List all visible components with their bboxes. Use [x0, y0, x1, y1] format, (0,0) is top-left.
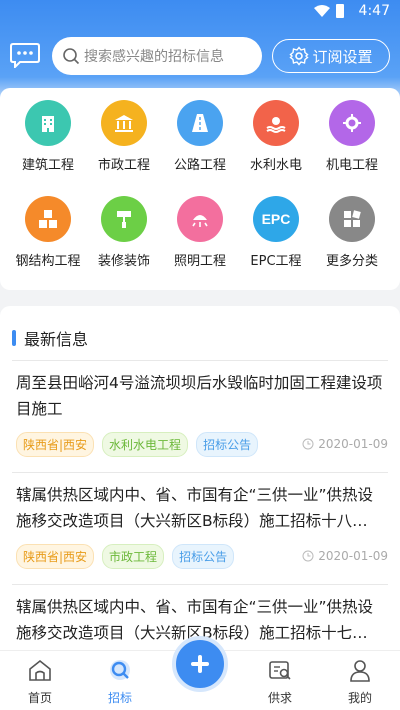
status-bar: 4:47: [0, 0, 400, 24]
category-label: EPC工程: [250, 254, 302, 269]
category-label: 更多分类: [325, 254, 378, 269]
search-icon: [63, 48, 80, 65]
category-label: 照明工程: [173, 254, 226, 269]
subscribe-label: 订阅设置: [312, 47, 373, 66]
news-title: 辖属供热区域内中、省、市国有企“三供一业”供热设施移交改造项目（大兴新区B标段）…: [16, 486, 374, 530]
nav-home[interactable]: 首页: [10, 657, 70, 706]
type-tag: 招标公告: [172, 543, 235, 569]
nav-mine[interactable]: 我的: [330, 657, 390, 706]
news-title: 周至县田峪河4号溢流坝坝后水毁临时加固工程建设项目施工: [16, 374, 383, 418]
nav-demand-label: 供求: [267, 691, 292, 705]
hydro-icon: [253, 100, 299, 146]
category-lighting[interactable]: 照明工程: [160, 196, 240, 269]
government-icon: [101, 100, 147, 146]
gear-icon: [289, 46, 310, 66]
paint-roller-icon: [101, 196, 147, 242]
news-date: 2020-01-09: [302, 437, 388, 451]
epc-icon: EPC: [253, 196, 299, 242]
category-electromechanical[interactable]: 机电工程: [312, 100, 392, 173]
news-item[interactable]: 周至县田峪河4号溢流坝坝后水毁临时加固工程建设项目施工 陕西省|西安 水利水电工…: [16, 370, 388, 457]
gear-icon: [329, 100, 375, 146]
grid-icon: [329, 196, 375, 242]
clock-icon: [302, 438, 314, 450]
building-icon: [25, 100, 71, 146]
category-label: 建筑工程: [21, 158, 74, 173]
category-road[interactable]: 公路工程: [160, 100, 240, 173]
location-tag: 陕西省|西安: [16, 431, 95, 457]
category-label: 公路工程: [173, 158, 226, 173]
news-date-text: 2020-01-09: [318, 437, 388, 451]
search-input[interactable]: 搜索感兴趣的招标信息: [52, 37, 262, 75]
category-label: 装修装饰: [97, 254, 150, 269]
divider: [12, 472, 388, 473]
category-steel[interactable]: 钢结构工程: [8, 196, 88, 269]
news-heading: 最新信息: [12, 328, 89, 349]
category-municipal[interactable]: 市政工程: [84, 100, 164, 173]
nav-home-label: 首页: [27, 691, 52, 705]
lamp-icon: [177, 196, 223, 242]
clock-icon: [302, 550, 314, 562]
status-time: 4:47: [358, 3, 390, 19]
nav-bidding-label: 招标: [107, 691, 132, 705]
category-tag: 市政工程: [102, 543, 165, 569]
category-decoration[interactable]: 装修装饰: [84, 196, 164, 269]
heading-accent-bar: [12, 330, 16, 346]
news-date-text: 2020-01-09: [318, 549, 388, 563]
user-icon: [350, 660, 370, 682]
category-more[interactable]: 更多分类: [312, 196, 392, 269]
search-placeholder: 搜索感兴趣的招标信息: [84, 49, 224, 65]
home-icon: [29, 659, 51, 681]
nav-demand[interactable]: 供求: [250, 657, 310, 706]
divider: [12, 584, 388, 585]
bidding-search-icon: [110, 660, 130, 680]
message-icon[interactable]: [10, 42, 40, 68]
type-tag: 招标公告: [196, 431, 259, 457]
plus-icon: [191, 655, 209, 673]
wifi-icon: [314, 5, 330, 17]
category-label: 市政工程: [97, 158, 150, 173]
news-tags: 陕西省|西安 水利水电工程 招标公告 2020-01-09: [16, 431, 388, 457]
category-grid: 建筑工程 市政工程 公路工程 水利水电 机电工程 钢结构工程 装修装饰 照明工程…: [0, 88, 400, 290]
battery-icon: [336, 4, 344, 18]
divider: [12, 360, 388, 361]
category-tag: 水利水电工程: [102, 431, 189, 457]
nav-mine-label: 我的: [347, 691, 372, 705]
category-label: 机电工程: [325, 158, 378, 173]
news-date: 2020-01-09: [302, 549, 388, 563]
category-label: 钢结构工程: [15, 254, 81, 269]
cubes-icon: [25, 196, 71, 242]
category-epc[interactable]: EPC EPC工程: [236, 196, 316, 269]
add-button[interactable]: [172, 636, 228, 692]
category-building[interactable]: 建筑工程: [8, 100, 88, 173]
road-icon: [177, 100, 223, 146]
subscribe-settings-button[interactable]: 订阅设置: [272, 39, 390, 73]
latest-news-section: 最新信息 周至县田峪河4号溢流坝坝后水毁临时加固工程建设项目施工 陕西省|西安 …: [0, 306, 400, 650]
news-heading-text: 最新信息: [24, 330, 89, 349]
news-item[interactable]: 辖属供热区域内中、省、市国有企“三供一业”供热设施移交改造项目（大兴新区B标段）…: [16, 482, 388, 569]
location-tag: 陕西省|西安: [16, 543, 95, 569]
news-tags: 陕西省|西安 市政工程 招标公告 2020-01-09: [16, 543, 388, 569]
category-label: 水利水电: [249, 158, 302, 173]
nav-bidding[interactable]: 招标: [90, 657, 150, 706]
category-hydro[interactable]: 水利水电: [236, 100, 316, 173]
document-search-icon: [269, 661, 291, 680]
